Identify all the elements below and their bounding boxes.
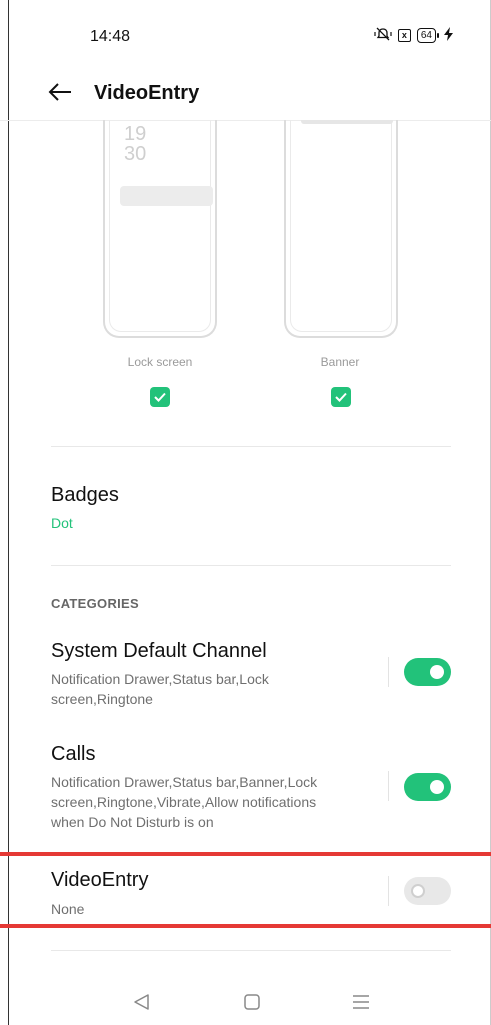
badges-title: Badges [51,484,119,506]
banner-checkbox[interactable] [331,387,351,407]
back-button[interactable] [45,77,75,107]
system-nav-bar [0,990,491,1025]
battery-icon: 64 [416,28,440,43]
nav-back-button[interactable] [130,990,154,1014]
lock-screen-checkbox[interactable] [150,387,170,407]
app-header: VideoEntry [0,70,491,121]
lock-preview-minutes: 30 [124,143,147,165]
status-time: 14:48 [90,28,131,45]
category-title: Calls [51,743,96,765]
divider [51,950,451,951]
category-title: VideoEntry [51,869,149,891]
system-default-toggle[interactable] [404,658,451,686]
checkmark-icon [154,392,166,402]
triangle-back-icon [134,994,149,1010]
lock-preview-clock: 19 30 [124,124,146,164]
badges-value: Dot [51,515,73,531]
lock-screen-preview-inner: 19 30 [109,120,213,332]
category-title: System Default Channel [51,640,267,662]
vertical-separator [388,657,389,687]
calls-toggle[interactable] [404,773,451,801]
menu-lines-icon [353,995,369,1009]
category-subtitle: Notification Drawer,Status bar,Banner,Lo… [51,774,318,830]
vertical-separator [388,771,389,801]
checkmark-icon [335,392,347,402]
frame-border-left [8,0,9,1025]
page-title: VideoEntry [94,82,200,104]
arrow-left-icon [48,83,71,101]
nav-menu-button[interactable] [349,990,373,1014]
toggle-knob [430,665,444,679]
divider [51,565,451,566]
banner-preview-inner [290,120,393,332]
nav-home-button[interactable] [240,990,264,1014]
lock-screen-label: Lock screen [127,355,193,369]
charging-bolt-icon [444,27,453,44]
lock-preview-hours: 19 [124,123,147,145]
status-bar: 14:48 x 64 [0,0,491,70]
highlight-line-top [0,852,491,856]
banner-label: Banner [320,355,360,369]
status-icons: x 64 [374,27,453,44]
mute-vibrate-icon [374,27,392,44]
square-home-icon [244,994,260,1010]
vertical-separator [388,876,389,906]
toggle-knob [430,780,444,794]
lock-preview-notification-bar [120,186,213,206]
banner-preview-notification-bar [301,120,393,124]
videoentry-toggle[interactable] [404,877,451,905]
banner-preview [284,120,398,338]
divider [51,446,451,447]
lock-screen-preview: 19 30 [103,120,217,338]
toggle-knob [411,884,425,898]
close-box-icon: x [397,29,411,42]
category-subtitle: Notification Drawer,Status bar,Lock scre… [51,671,269,707]
categories-header: CATEGORIES [51,596,139,611]
highlight-line-bottom [0,924,491,928]
category-subtitle: None [51,901,85,917]
